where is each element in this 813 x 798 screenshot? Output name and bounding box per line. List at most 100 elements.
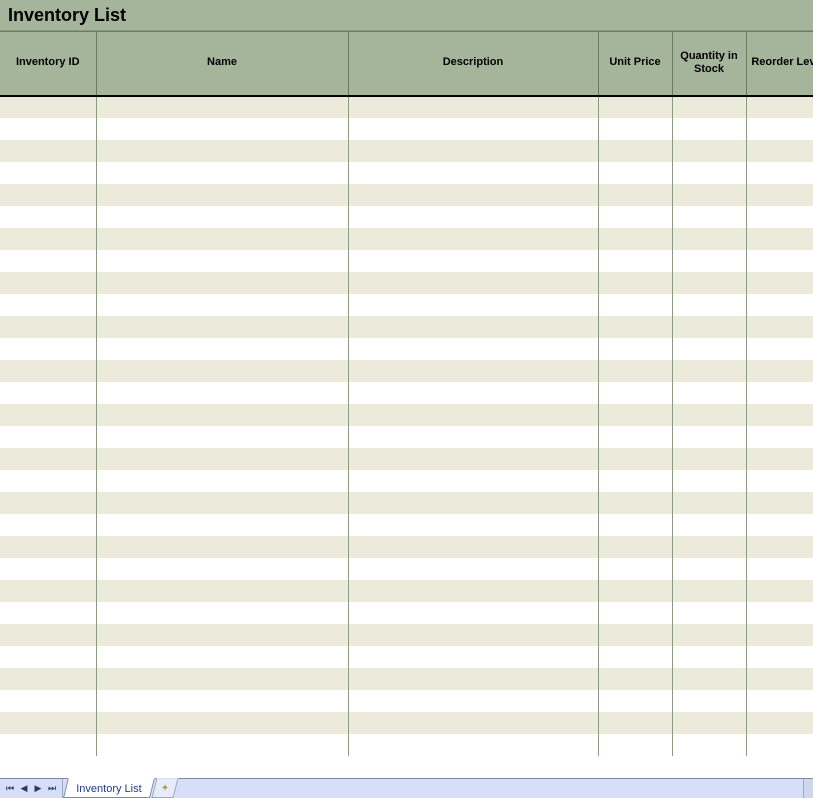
tab-scroll-track[interactable] [176, 779, 803, 798]
table-cell[interactable] [348, 624, 598, 646]
col-header-name[interactable]: Name [96, 32, 348, 96]
table-cell[interactable] [746, 184, 813, 206]
table-row[interactable] [0, 162, 813, 184]
table-cell[interactable] [0, 558, 96, 580]
table-cell[interactable] [96, 382, 348, 404]
table-cell[interactable] [348, 734, 598, 756]
table-cell[interactable] [0, 646, 96, 668]
table-cell[interactable] [672, 492, 746, 514]
table-row[interactable] [0, 492, 813, 514]
table-cell[interactable] [672, 426, 746, 448]
table-cell[interactable] [672, 624, 746, 646]
table-cell[interactable] [0, 360, 96, 382]
table-cell[interactable] [96, 470, 348, 492]
table-cell[interactable] [348, 514, 598, 536]
table-cell[interactable] [672, 228, 746, 250]
table-cell[interactable] [672, 206, 746, 228]
table-cell[interactable] [348, 294, 598, 316]
table-cell[interactable] [348, 184, 598, 206]
table-cell[interactable] [672, 646, 746, 668]
table-cell[interactable] [348, 580, 598, 602]
table-row[interactable] [0, 536, 813, 558]
table-cell[interactable] [746, 118, 813, 140]
table-cell[interactable] [672, 668, 746, 690]
table-cell[interactable] [0, 140, 96, 162]
table-cell[interactable] [96, 162, 348, 184]
table-row[interactable] [0, 470, 813, 492]
table-cell[interactable] [0, 492, 96, 514]
table-cell[interactable] [672, 272, 746, 294]
table-row[interactable] [0, 294, 813, 316]
table-cell[interactable] [348, 250, 598, 272]
table-cell[interactable] [598, 580, 672, 602]
table-cell[interactable] [0, 272, 96, 294]
table-cell[interactable] [672, 690, 746, 712]
table-cell[interactable] [0, 712, 96, 734]
table-cell[interactable] [0, 602, 96, 624]
table-cell[interactable] [746, 96, 813, 118]
table-cell[interactable] [598, 96, 672, 118]
table-cell[interactable] [0, 316, 96, 338]
new-sheet-button[interactable]: ✦ [152, 778, 179, 798]
col-header-description[interactable]: Description [348, 32, 598, 96]
table-cell[interactable] [96, 250, 348, 272]
table-cell[interactable] [96, 360, 348, 382]
table-cell[interactable] [598, 426, 672, 448]
table-cell[interactable] [598, 646, 672, 668]
table-cell[interactable] [672, 294, 746, 316]
table-cell[interactable] [672, 382, 746, 404]
table-cell[interactable] [598, 690, 672, 712]
table-cell[interactable] [598, 668, 672, 690]
table-cell[interactable] [746, 426, 813, 448]
table-cell[interactable] [96, 690, 348, 712]
table-row[interactable] [0, 96, 813, 118]
table-cell[interactable] [348, 668, 598, 690]
table-cell[interactable] [672, 338, 746, 360]
table-row[interactable] [0, 558, 813, 580]
table-cell[interactable] [348, 96, 598, 118]
table-cell[interactable] [0, 470, 96, 492]
table-cell[interactable] [348, 404, 598, 426]
table-cell[interactable] [0, 580, 96, 602]
table-cell[interactable] [598, 404, 672, 426]
table-cell[interactable] [96, 536, 348, 558]
table-cell[interactable] [96, 580, 348, 602]
table-cell[interactable] [746, 404, 813, 426]
table-row[interactable] [0, 360, 813, 382]
table-cell[interactable] [0, 118, 96, 140]
table-cell[interactable] [746, 734, 813, 756]
sheet-nav-last-icon[interactable]: ⏭ [45, 780, 59, 798]
table-cell[interactable] [598, 294, 672, 316]
table-cell[interactable] [348, 646, 598, 668]
table-cell[interactable] [0, 404, 96, 426]
table-cell[interactable] [598, 118, 672, 140]
table-cell[interactable] [96, 514, 348, 536]
table-cell[interactable] [348, 338, 598, 360]
table-row[interactable] [0, 668, 813, 690]
table-cell[interactable] [96, 272, 348, 294]
table-cell[interactable] [96, 184, 348, 206]
col-header-unit-price[interactable]: Unit Price [598, 32, 672, 96]
table-cell[interactable] [672, 536, 746, 558]
table-cell[interactable] [96, 118, 348, 140]
table-cell[interactable] [672, 96, 746, 118]
table-cell[interactable] [746, 536, 813, 558]
table-cell[interactable] [348, 712, 598, 734]
table-cell[interactable] [0, 448, 96, 470]
table-row[interactable] [0, 228, 813, 250]
table-cell[interactable] [746, 206, 813, 228]
table-cell[interactable] [0, 96, 96, 118]
table-cell[interactable] [348, 206, 598, 228]
table-cell[interactable] [598, 734, 672, 756]
table-cell[interactable] [672, 360, 746, 382]
table-cell[interactable] [672, 448, 746, 470]
table-cell[interactable] [348, 162, 598, 184]
table-cell[interactable] [598, 712, 672, 734]
table-cell[interactable] [96, 712, 348, 734]
table-cell[interactable] [96, 602, 348, 624]
table-cell[interactable] [746, 470, 813, 492]
table-cell[interactable] [0, 338, 96, 360]
table-cell[interactable] [598, 514, 672, 536]
table-cell[interactable] [598, 382, 672, 404]
table-cell[interactable] [746, 624, 813, 646]
